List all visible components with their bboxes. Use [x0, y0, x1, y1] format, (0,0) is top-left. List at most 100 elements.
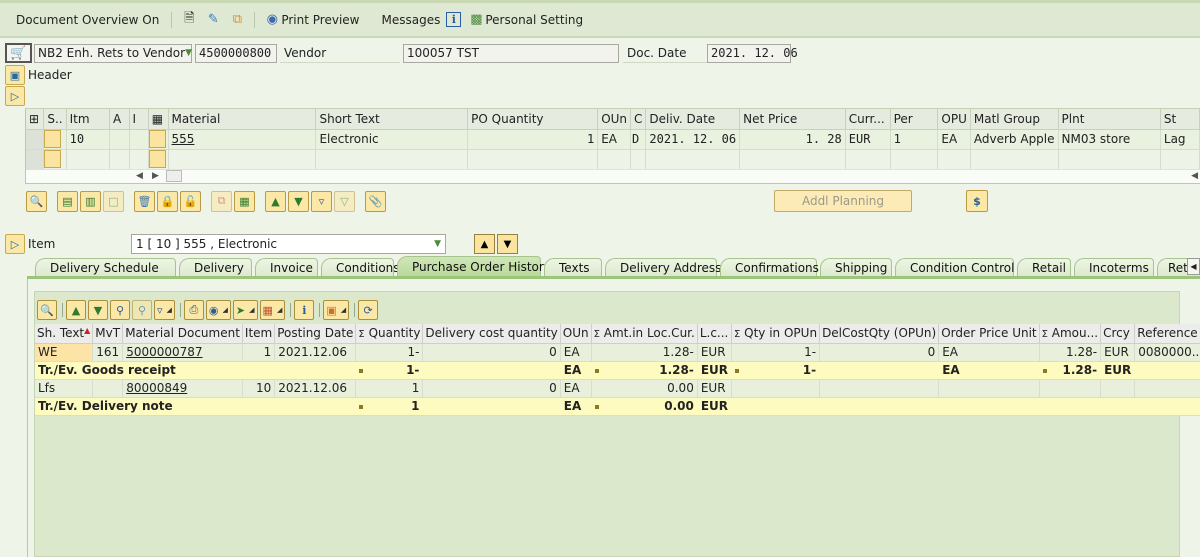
- empty-cell[interactable]: [845, 149, 891, 170]
- col-header[interactable]: Crcy: [1100, 324, 1136, 344]
- copy-icon[interactable]: ⧉: [211, 190, 232, 212]
- expand-items-icon[interactable]: ▷: [5, 86, 25, 106]
- select-all-icon[interactable]: ⊞: [26, 109, 45, 130]
- col-header[interactable]: DelCostQty (OPUn): [819, 324, 940, 344]
- order-price-unit-cell[interactable]: EA: [938, 343, 1040, 362]
- order-price-unit-cell[interactable]: [938, 379, 1040, 398]
- tab-incoterms[interactable]: Incoterms: [1074, 258, 1154, 277]
- unlock-icon[interactable]: 🔓: [180, 190, 201, 212]
- horizontal-scrollbar[interactable]: ◀ ▶ ◀: [26, 169, 1200, 183]
- oun-cell[interactable]: EA: [597, 129, 632, 150]
- empty-cell[interactable]: [645, 149, 741, 170]
- crcy-cell[interactable]: [1100, 379, 1136, 398]
- reference-cell[interactable]: [1134, 379, 1200, 398]
- new-document-icon[interactable]: 🗎: [180, 11, 198, 29]
- display-change-icon[interactable]: ✎: [204, 11, 222, 29]
- col-header[interactable]: A: [109, 109, 130, 130]
- find-icon[interactable]: ⚲: [110, 300, 130, 320]
- tab-condition-control[interactable]: Condition Control: [895, 258, 1014, 277]
- po-number-field[interactable]: 4500000800: [195, 43, 277, 63]
- delete-filter-icon[interactable]: ▽: [334, 190, 355, 212]
- col-header[interactable]: Per: [890, 109, 939, 130]
- oun-cell[interactable]: EA: [560, 379, 592, 398]
- empty-cell[interactable]: [129, 149, 149, 170]
- doc-date-field[interactable]: 2021. 12. 06: [707, 43, 798, 63]
- amount-local-cell[interactable]: 1.28-: [591, 343, 698, 362]
- tab-conditions[interactable]: Conditions: [321, 258, 400, 277]
- empty-cell[interactable]: [1058, 149, 1161, 170]
- item-number[interactable]: 10: [66, 129, 110, 150]
- previous-item-button[interactable]: ▲: [474, 234, 495, 254]
- item-cell[interactable]: 1: [242, 343, 276, 362]
- col-header[interactable]: S..: [43, 109, 67, 130]
- col-header[interactable]: L.c...: [697, 324, 733, 344]
- mvt-cell[interactable]: [92, 379, 124, 398]
- col-header[interactable]: Plnt: [1058, 109, 1161, 130]
- col-header[interactable]: OUn: [560, 324, 592, 344]
- empty-cell[interactable]: [66, 149, 110, 170]
- col-header[interactable]: OUn: [597, 109, 632, 130]
- col-header[interactable]: Matl Group: [970, 109, 1059, 130]
- amount-cell[interactable]: 1.28-: [1039, 343, 1102, 362]
- document-overview-button[interactable]: Document Overview On: [16, 13, 159, 27]
- refresh-icon[interactable]: ⟳: [358, 300, 379, 320]
- expand-item-detail-icon[interactable]: ▷: [5, 234, 25, 254]
- empty-cell[interactable]: [467, 149, 599, 170]
- matl-group-cell[interactable]: Adverb Apple: [970, 129, 1059, 150]
- scroll-right-icon[interactable]: ▶: [152, 171, 159, 181]
- select-all-icon[interactable]: ▤: [57, 190, 78, 212]
- crcy-cell[interactable]: EUR: [1100, 343, 1136, 362]
- col-header[interactable]: Material Document: [122, 324, 243, 344]
- local-currency-cell[interactable]: EUR: [697, 379, 733, 398]
- item-details-icon[interactable]: 🔍: [26, 190, 47, 212]
- qty-opun-cell[interactable]: [731, 379, 821, 398]
- filter-icon[interactable]: ▿: [311, 190, 332, 212]
- tab-delivery-address[interactable]: Delivery Address: [605, 258, 721, 277]
- tab-confirmations[interactable]: Confirmations: [720, 258, 819, 277]
- pricing-icon[interactable]: $: [966, 190, 988, 212]
- lock-icon[interactable]: 🔒: [157, 190, 178, 212]
- posting-date-cell[interactable]: 2021.12.06: [274, 379, 357, 398]
- info-icon[interactable]: i: [446, 12, 462, 27]
- tab-delivery-schedule[interactable]: Delivery Schedule: [35, 258, 176, 277]
- sh-text-cell[interactable]: Lfs: [35, 379, 94, 398]
- row-selector[interactable]: [26, 129, 45, 150]
- default-values-icon[interactable]: ▦: [234, 190, 255, 212]
- empty-cell[interactable]: [890, 149, 939, 170]
- sort-descending-icon[interactable]: ▼: [288, 190, 309, 212]
- col-header[interactable]: I: [129, 109, 149, 130]
- views-icon[interactable]: ◉ ◢: [205, 300, 231, 320]
- col-header[interactable]: Σ Amou...: [1039, 324, 1102, 344]
- material-document-link[interactable]: 80000849: [122, 379, 243, 398]
- select-block-icon[interactable]: ▥: [80, 190, 101, 212]
- storage-cell[interactable]: Lag: [1160, 129, 1200, 150]
- qty-opun-cell[interactable]: 1-: [731, 343, 821, 362]
- details-icon[interactable]: 🔍: [37, 300, 57, 320]
- plant-cell[interactable]: NM03 store: [1058, 129, 1161, 150]
- col-header[interactable]: Σ Quantity: [355, 324, 424, 344]
- scroll-thumb[interactable]: [166, 170, 182, 182]
- status-cell[interactable]: [43, 129, 67, 150]
- row-selector[interactable]: [26, 149, 45, 170]
- export-icon[interactable]: ➤ ◢: [232, 300, 258, 320]
- shopping-cart-icon[interactable]: 🛒: [5, 43, 32, 63]
- per-cell[interactable]: 1: [890, 129, 939, 150]
- tab-delivery[interactable]: Delivery: [179, 258, 252, 277]
- tab-scroll-left-icon[interactable]: ◀: [1187, 258, 1200, 275]
- item-select[interactable]: 1 [ 10 ] 555 , Electronic ▼: [131, 234, 446, 254]
- delcost-opun-cell[interactable]: [819, 379, 940, 398]
- tab-invoice[interactable]: Invoice: [255, 258, 318, 277]
- tab-purchase-order-history[interactable]: Purchase Order History: [397, 256, 551, 277]
- material-f4-cell[interactable]: [148, 129, 169, 150]
- delivery-cost-qty-cell[interactable]: 0: [422, 379, 561, 398]
- sort-ascending-icon[interactable]: ▲: [66, 300, 86, 320]
- col-header[interactable]: PO Quantity: [467, 109, 599, 130]
- print-preview-button[interactable]: Print Preview: [281, 13, 359, 27]
- col-header[interactable]: Material: [168, 109, 317, 130]
- column-settings-icon[interactable]: ▦: [148, 109, 169, 130]
- empty-cell[interactable]: [1160, 149, 1200, 170]
- tab-shipping[interactable]: Shipping: [820, 258, 892, 277]
- amount-cell[interactable]: [1039, 379, 1102, 398]
- col-header[interactable]: Itm: [66, 109, 110, 130]
- material-document-link[interactable]: 5000000787: [122, 343, 243, 362]
